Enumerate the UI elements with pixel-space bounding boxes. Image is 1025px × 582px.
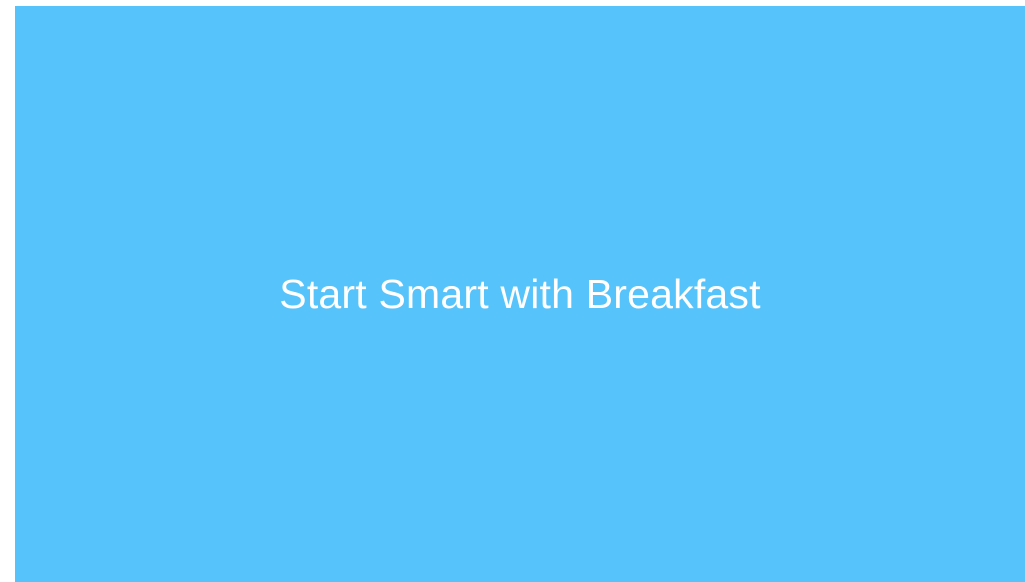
slide-title: Start Smart with Breakfast [279,270,761,317]
slide-canvas: Start Smart with Breakfast [15,6,1025,582]
